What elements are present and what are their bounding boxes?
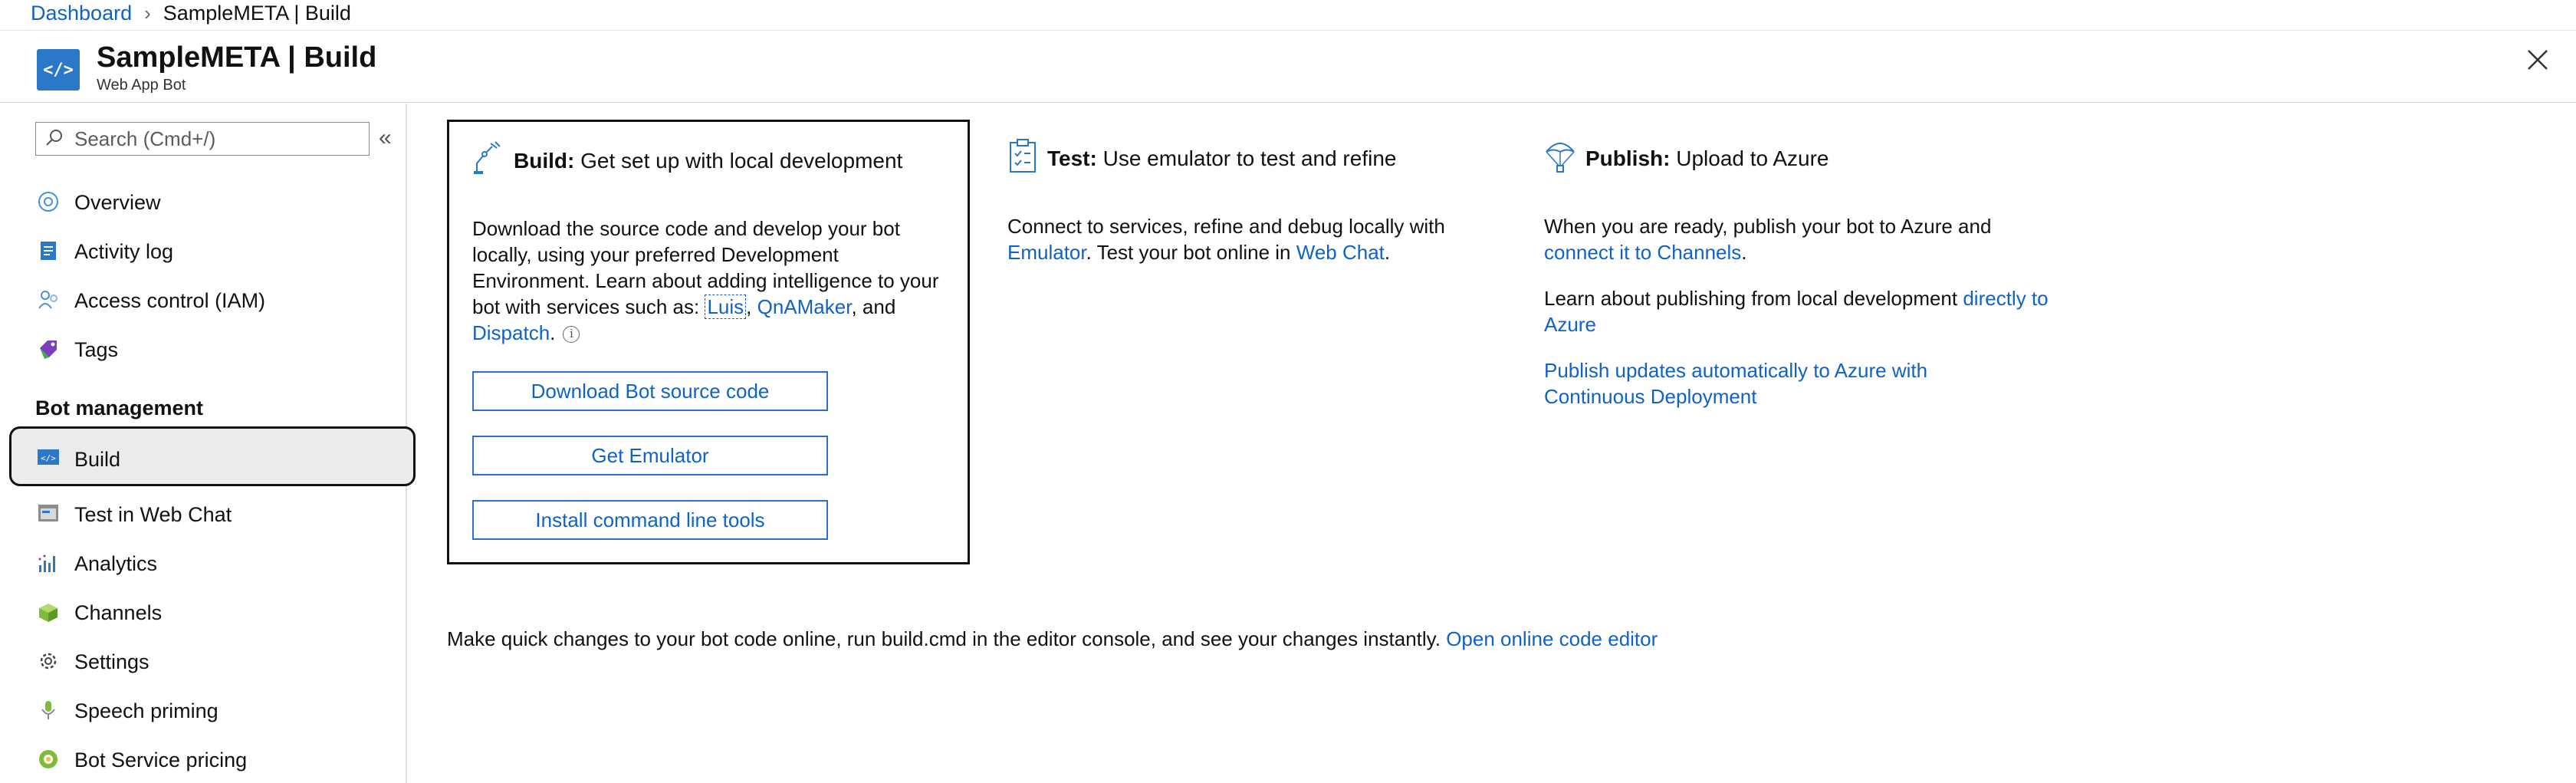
test-heading: Test: Use emulator to test and refine (1007, 138, 1396, 179)
comma-text: , (746, 295, 757, 318)
test-description-text: Connect to services, refine and debug lo… (1007, 215, 1445, 238)
sidebar-item-label: Overview (74, 191, 161, 214)
web-chat-link[interactable]: Web Chat (1296, 241, 1385, 264)
publish-description-1: When you are ready, publish your bot to … (1544, 213, 2035, 265)
page-header: </> SampleMETA | Build Web App Bot (0, 32, 2576, 103)
breadcrumb: Dashboard › SampleMETA | Build (31, 2, 351, 25)
sidebar-item-label: Access control (IAM) (74, 289, 266, 312)
test-period-text: . (1384, 241, 1391, 264)
sidebar-item-build[interactable]: </> Build (9, 426, 416, 486)
build-description: Download the source code and develop you… (472, 215, 948, 346)
speech-priming-icon (37, 699, 60, 722)
pricing-icon (37, 748, 60, 771)
overview-icon (37, 190, 60, 213)
tag-icon (37, 337, 60, 360)
period-text: . (550, 321, 556, 344)
breadcrumb-current: SampleMETA | Build (163, 2, 351, 25)
test-description-text-2: . Test your bot online in (1086, 241, 1296, 264)
sidebar-item-label: Activity log (74, 240, 174, 263)
activity-log-icon (37, 239, 60, 262)
sidebar-item-bot-service-pricing[interactable]: Bot Service pricing (9, 735, 414, 783)
svg-text:</>: </> (41, 453, 56, 463)
build-heading-label: Build: (514, 148, 575, 173)
sidebar-item-label: Tags (74, 338, 119, 361)
sidebar-item-label: Settings (74, 650, 150, 673)
page-title: SampleMETA | Build (97, 41, 377, 74)
sidebar-item-label: Bot Service pricing (74, 748, 248, 771)
build-heading: Build: Get set up with local development (472, 140, 902, 181)
sidebar-item-test-in-web-chat[interactable]: Test in Web Chat (9, 490, 414, 538)
page-subtitle: Web App Bot (97, 77, 186, 94)
sidebar-item-label: Channels (74, 601, 163, 624)
analytics-icon (37, 551, 60, 574)
chevron-right-icon: › (144, 2, 151, 25)
section-heading-bot-management: Bot management (35, 396, 204, 419)
sidebar-item-activity-log[interactable]: Activity log (9, 227, 414, 275)
and-text: , and (851, 295, 896, 318)
breadcrumb-dashboard-link[interactable]: Dashboard (31, 2, 132, 25)
online-editor-note-text: Make quick changes to your bot code onli… (447, 627, 1447, 650)
web-chat-icon (37, 502, 60, 525)
sidebar-item-tags[interactable]: Tags (9, 325, 414, 373)
publish-heading-label: Publish: (1585, 146, 1671, 170)
publish-description-text: When you are ready, publish your bot to … (1544, 215, 1992, 238)
sidebar-item-access-control[interactable]: Access control (IAM) (9, 276, 414, 324)
build-heading-text: Get set up with local development (580, 148, 903, 173)
test-description: Connect to services, refine and debug lo… (1007, 213, 1467, 265)
continuous-deployment-link[interactable]: Publish updates automatically to Azure w… (1544, 359, 1927, 408)
sidebar-item-label: Build (74, 448, 121, 471)
collapse-sidebar-icon[interactable]: « (379, 127, 392, 150)
robot-arm-icon (472, 140, 504, 181)
connect-to-channels-link[interactable]: connect it to Channels (1544, 241, 1741, 264)
qnamaker-link[interactable]: QnAMaker (757, 295, 852, 318)
publish-description-3: Publish updates automatically to Azure w… (1544, 357, 1973, 410)
test-heading-text: Use emulator to test and refine (1102, 146, 1397, 170)
search-box[interactable] (35, 122, 370, 156)
parachute-icon (1544, 138, 1576, 179)
access-control-icon (37, 288, 60, 311)
breadcrumb-bar: Dashboard › SampleMETA | Build (0, 0, 2576, 31)
clipboard-checklist-icon (1007, 138, 1038, 179)
gear-icon (37, 650, 60, 673)
online-editor-note: Make quick changes to your bot code onli… (447, 627, 1658, 651)
publish-period-text: . (1741, 241, 1747, 264)
search-input[interactable] (74, 127, 350, 151)
channels-icon (37, 600, 60, 623)
sidebar-item-analytics[interactable]: Analytics (9, 539, 414, 587)
publish-description-2: Learn about publishing from local develo… (1544, 285, 2050, 337)
sidebar-item-label: Speech priming (74, 699, 219, 722)
build-icon: </> (37, 446, 60, 469)
search-icon (45, 128, 64, 150)
download-bot-source-code-button[interactable]: Download Bot source code (472, 371, 828, 411)
sidebar-item-label: Test in Web Chat (74, 503, 232, 526)
dispatch-link[interactable]: Dispatch (472, 321, 550, 344)
web-app-bot-icon: </> (37, 49, 80, 90)
sidebar-item-overview[interactable]: Overview (9, 178, 414, 225)
sidebar-item-channels[interactable]: Channels (9, 588, 414, 636)
sidebar-item-settings[interactable]: Settings (9, 637, 414, 685)
build-card: Build: Get set up with local development… (447, 120, 970, 564)
install-command-line-tools-button[interactable]: Install command line tools (472, 500, 828, 540)
emulator-link[interactable]: Emulator (1007, 241, 1086, 264)
publish-heading: Publish: Upload to Azure (1544, 138, 1829, 179)
get-emulator-button[interactable]: Get Emulator (472, 436, 828, 475)
info-icon[interactable]: i (563, 326, 580, 344)
sidebar-item-speech-priming[interactable]: Speech priming (9, 686, 414, 734)
publish-description-text-2: Learn about publishing from local develo… (1544, 287, 1963, 310)
sidebar-item-label: Analytics (74, 552, 158, 575)
publish-heading-text: Upload to Azure (1676, 146, 1829, 170)
close-icon[interactable] (2522, 44, 2553, 75)
luis-link[interactable]: Luis (705, 294, 747, 319)
sidebar: « Overview Activity log Access control (… (0, 104, 416, 783)
test-heading-label: Test: (1047, 146, 1097, 170)
open-online-code-editor-link[interactable]: Open online code editor (1446, 627, 1658, 650)
